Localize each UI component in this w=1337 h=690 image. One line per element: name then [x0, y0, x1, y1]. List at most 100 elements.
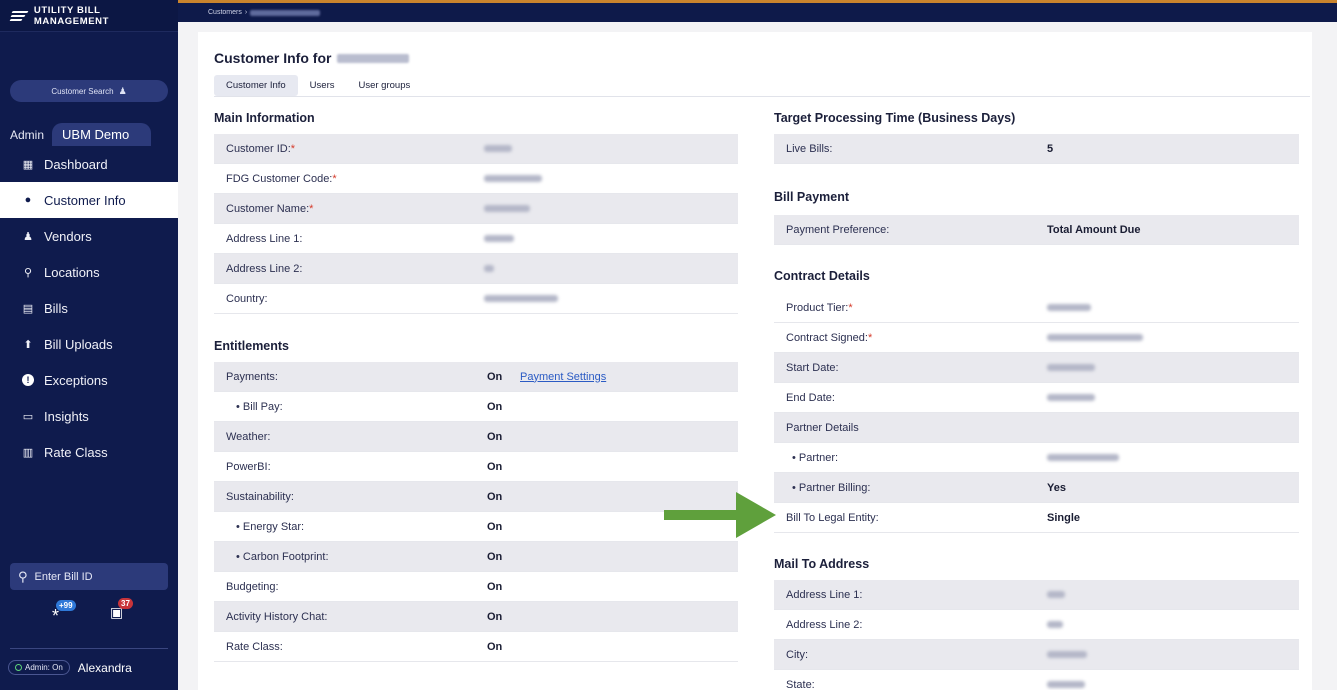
- bill-id-search-input[interactable]: ⚲ Enter Bill ID: [10, 563, 168, 590]
- redacted-value: [484, 295, 558, 302]
- admin-toggle[interactable]: Admin: On: [8, 660, 70, 675]
- search-icon: ⚲: [18, 568, 28, 584]
- sidebar-item-vendors[interactable]: ♟ Vendors: [0, 218, 178, 254]
- page-title-text: Customer Info for: [214, 50, 332, 66]
- sidebar: UTILITY BILL MANAGEMENT Customer Search …: [0, 0, 178, 690]
- redacted-value: [484, 175, 542, 182]
- row-label: Address Line 2:: [226, 262, 303, 275]
- redacted-value: [484, 205, 530, 212]
- brand[interactable]: UTILITY BILL MANAGEMENT: [0, 0, 178, 32]
- table-row: End Date:: [774, 383, 1299, 413]
- brand-logo-icon: [9, 10, 29, 22]
- row-label: State:: [786, 678, 815, 690]
- table-row: Country:: [214, 284, 738, 314]
- table-row: • Energy Star: On: [214, 512, 738, 542]
- tab-customer-info[interactable]: Customer Info: [214, 74, 298, 96]
- tab-ubm-demo[interactable]: UBM Demo: [52, 123, 152, 146]
- sidebar-item-insights[interactable]: ▭ Insights: [0, 398, 178, 434]
- row-label: • Carbon Footprint:: [236, 550, 329, 563]
- sidebar-item-customer-info[interactable]: ● Customer Info: [0, 182, 178, 218]
- row-label: FDG Customer Code:*: [226, 172, 337, 185]
- breadcrumb-customer-redacted[interactable]: [250, 9, 321, 16]
- exclamation-icon: !: [22, 374, 34, 386]
- table-row: Customer ID:*: [214, 134, 738, 164]
- table-row: Payment Preference: Total Amount Due: [774, 215, 1299, 245]
- redacted-value: [1047, 454, 1119, 461]
- target-processing-title: Target Processing Time (Business Days): [774, 111, 1016, 125]
- table-row: • Bill Pay: On: [214, 392, 738, 422]
- row-label: Payment Preference:: [786, 223, 890, 236]
- status-dot-icon: [15, 664, 22, 671]
- row-label: Product Tier:*: [786, 301, 853, 314]
- table-row: Start Date:: [774, 353, 1299, 383]
- asterisk-icon[interactable]: * +99: [52, 600, 76, 627]
- table-row: City:: [774, 640, 1299, 670]
- row-label: Budgeting:: [226, 580, 279, 593]
- customer-search-label: Customer Search: [51, 86, 114, 96]
- row-value: Yes: [1047, 481, 1066, 494]
- payment-settings-link[interactable]: Payment Settings: [520, 371, 606, 383]
- main-information-table: Customer ID:* FDG Customer Code:* Custom…: [214, 134, 738, 314]
- row-label: • Bill Pay:: [236, 400, 283, 413]
- table-row: Partner Details: [774, 413, 1299, 443]
- tab-admin[interactable]: Admin: [0, 128, 52, 146]
- row-label: Weather:: [226, 430, 271, 443]
- redacted-value: [1047, 304, 1091, 311]
- row-label: Rate Class:: [226, 640, 283, 653]
- sidebar-item-label: Bills: [44, 300, 68, 316]
- dashboard-icon: ▦: [22, 158, 34, 171]
- table-row: Weather: On: [214, 422, 738, 452]
- row-value: Single: [1047, 511, 1081, 524]
- row-value: On: [487, 550, 503, 563]
- entitlements-table: Payments: On Payment Settings • Bill Pay: O…: [214, 362, 738, 662]
- table-row: Rate Class: On: [214, 632, 738, 662]
- sidebar-item-dashboard[interactable]: ▦ Dashboard: [0, 146, 178, 182]
- row-label: Address Line 2:: [786, 618, 863, 631]
- sidebar-item-bills[interactable]: ▤ Bills: [0, 290, 178, 326]
- table-row: Sustainability: On: [214, 482, 738, 512]
- sidebar-item-bill-uploads[interactable]: ⬆ Bill Uploads: [0, 326, 178, 362]
- user-name[interactable]: Alexandra: [78, 661, 132, 675]
- table-row: FDG Customer Code:*: [214, 164, 738, 194]
- row-label: Bill To Legal Entity:: [786, 511, 879, 524]
- tab-users[interactable]: Users: [298, 75, 347, 96]
- row-label: • Partner:: [792, 451, 839, 464]
- sidebar-item-rate-class[interactable]: ▥ Rate Class: [0, 434, 178, 470]
- redacted-value: [1047, 334, 1143, 341]
- customer-search-button[interactable]: Customer Search ♟: [10, 80, 168, 102]
- row-label: • Energy Star:: [236, 520, 305, 533]
- location-pin-icon: ⚲: [23, 266, 33, 279]
- row-label: Live Bills:: [786, 142, 833, 155]
- row-label: Country:: [226, 292, 268, 305]
- row-label: Address Line 1:: [226, 232, 303, 245]
- table-row: Address Line 2:: [774, 610, 1299, 640]
- rate-class-icon: ▥: [22, 446, 34, 459]
- table-row: Address Line 1:: [774, 580, 1299, 610]
- tab-user-groups[interactable]: User groups: [346, 75, 422, 96]
- breadcrumb-customers[interactable]: Customers: [208, 9, 242, 16]
- table-row: • Carbon Footprint: On: [214, 542, 738, 572]
- admin-toggle-label: Admin: On: [25, 663, 63, 672]
- row-value: On: [487, 400, 503, 413]
- sidebar-item-label: Bill Uploads: [44, 336, 113, 352]
- page-title: Customer Info for: [214, 50, 410, 66]
- redacted-value: [1047, 621, 1063, 628]
- sidebar-item-label: Customer Info: [44, 192, 126, 208]
- row-value: On: [487, 520, 503, 533]
- vendor-icon: ♟: [23, 230, 33, 243]
- sidebar-item-exceptions[interactable]: ! Exceptions: [0, 362, 178, 398]
- bills-notification-icon[interactable]: ▣ 37: [110, 598, 133, 621]
- contract-details-title: Contract Details: [774, 269, 870, 283]
- sidebar-tabs: Admin UBM Demo: [0, 122, 178, 146]
- row-label: • Partner Billing:: [792, 481, 871, 494]
- table-row: State:: [774, 670, 1299, 690]
- sidebar-item-locations[interactable]: ⚲ Locations: [0, 254, 178, 290]
- sidebar-quick-icons: * +99 ▣ 37: [0, 598, 178, 628]
- row-label: End Date:: [786, 391, 835, 404]
- row-label: Contract Signed:*: [786, 331, 873, 344]
- entitlements-title: Entitlements: [214, 339, 290, 353]
- sidebar-item-label: Locations: [44, 264, 100, 280]
- row-value: On: [487, 460, 503, 473]
- row-label: Customer Name:*: [226, 202, 314, 215]
- tabs-divider: [214, 96, 1310, 97]
